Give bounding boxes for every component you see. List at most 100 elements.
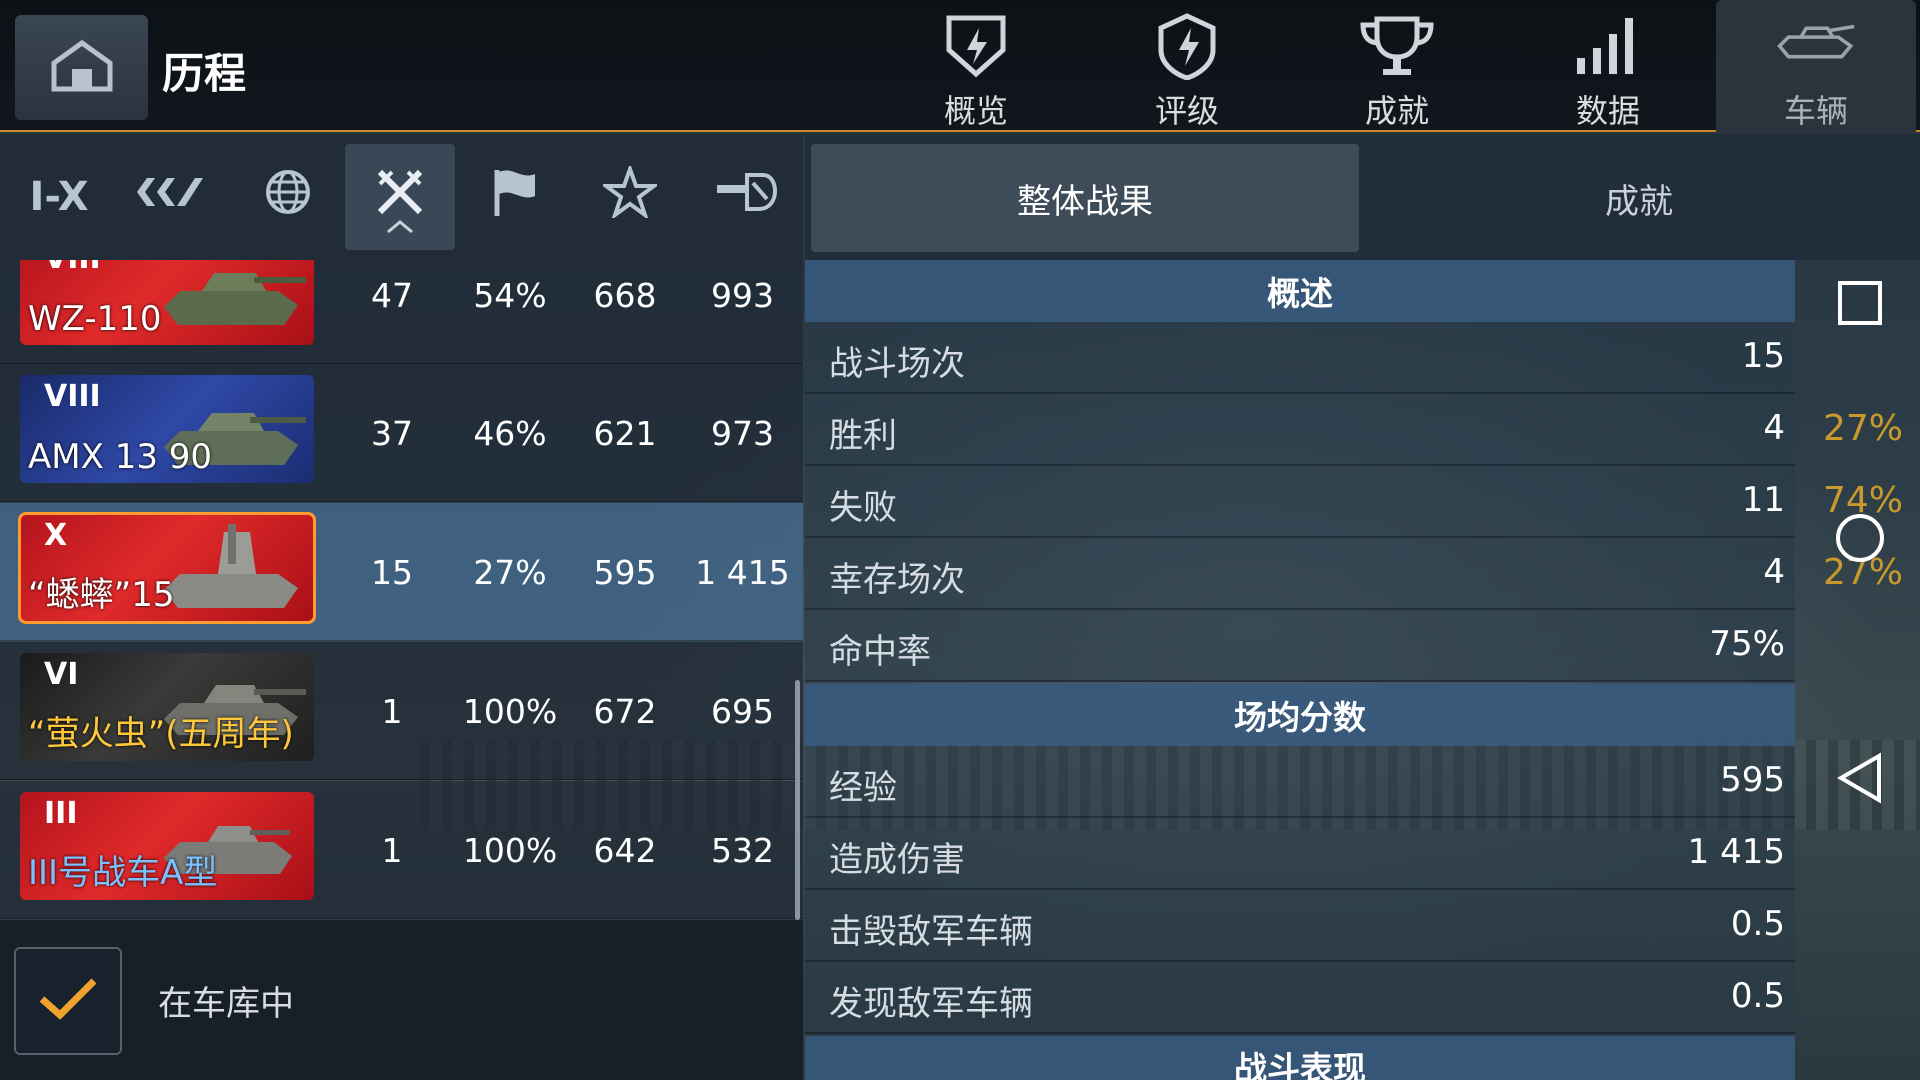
stat-value: 1 415	[1687, 832, 1785, 872]
vehicle-avg-xp: 668	[593, 275, 657, 315]
stat-row-kills: 击毁敌军车辆 0.5	[805, 890, 1795, 962]
vehicle-tier: VIII	[44, 260, 101, 276]
vehicle-list: VIII WZ-110 47 54% 668 993 VIII	[0, 260, 803, 920]
vehicle-battles: 47	[371, 275, 413, 315]
vehicle-card: III III号战车A型	[20, 792, 314, 900]
nav-achievements[interactable]: 成就	[1297, 0, 1497, 132]
vehicle-tier: VI	[44, 657, 79, 692]
stat-value: 11	[1741, 480, 1785, 520]
vehicle-battles: 1	[381, 691, 403, 731]
stat-row-survived: 幸存场次 4	[805, 538, 1795, 610]
stat-label: 战斗场次	[829, 344, 965, 384]
vehicle-avg-damage: 532	[711, 830, 774, 870]
vehicle-row[interactable]: III III号战车A型 1 100% 642 532	[0, 781, 803, 919]
checkmark-icon	[38, 977, 98, 1025]
nav-label: 概览	[943, 92, 1008, 130]
globe-icon	[264, 168, 312, 226]
nav-label: 车辆	[1783, 92, 1848, 130]
garage-filter: 在车库中	[0, 920, 803, 1080]
back-button[interactable]	[1830, 750, 1890, 810]
vehicle-winrate: 27%	[473, 552, 547, 592]
nav-rating[interactable]: 评级	[1087, 0, 1287, 132]
stat-label: 经验	[829, 768, 897, 808]
section-header-overview: 概述	[805, 260, 1795, 322]
circle-icon	[1834, 512, 1886, 568]
stat-row-wins: 胜利 4	[805, 394, 1795, 466]
stat-label: 造成伤害	[829, 840, 965, 880]
star-icon	[599, 162, 661, 228]
section-header-average: 场均分数	[805, 684, 1795, 746]
stat-label: 幸存场次	[829, 560, 965, 600]
nav-vehicles[interactable]: 车辆	[1716, 0, 1916, 132]
stat-row-spotted: 发现敌军车辆 0.5	[805, 962, 1795, 1034]
vehicle-winrate: 100%	[462, 830, 558, 870]
damage-sort-button[interactable]	[690, 144, 800, 250]
nation-filter-button[interactable]	[116, 144, 226, 250]
nav-data[interactable]: 数据	[1508, 0, 1708, 132]
stat-label: 击毁敌军车辆	[829, 912, 1033, 952]
vehicle-avg-damage: 1 415	[695, 552, 790, 592]
nav-label: 评级	[1154, 92, 1219, 130]
region-filter-button[interactable]	[233, 144, 343, 250]
vehicle-avg-damage: 973	[711, 413, 774, 453]
bars-icon	[1568, 12, 1648, 80]
stat-value: 75%	[1709, 624, 1785, 664]
stat-label: 发现敌军车辆	[829, 984, 1033, 1024]
stats-tab-bar: 整体战果 成就	[805, 134, 1920, 260]
stat-label: 失败	[829, 488, 897, 528]
vehicle-row-selected[interactable]: X “蟋蟀”15 15 27% 595 1 415	[0, 503, 803, 641]
stat-label: 命中率	[829, 632, 931, 672]
vehicle-tier: III	[44, 796, 78, 831]
vehicle-card: VI “萤火虫”(五周年)	[20, 653, 314, 761]
vehicle-avg-xp: 621	[593, 413, 657, 453]
stat-row-losses: 失败 11	[805, 466, 1795, 538]
vehicle-card: VIII WZ-110	[20, 260, 314, 345]
xp-sort-button[interactable]	[575, 144, 685, 250]
vehicle-avg-xp: 642	[593, 830, 657, 870]
vehicle-avg-damage: 695	[711, 691, 774, 731]
vehicle-tier: VIII	[44, 379, 101, 414]
home-button[interactable]	[15, 15, 148, 120]
vehicle-name: “蟋蟀”15	[28, 575, 175, 615]
stats-panel: 概述 战斗场次 15 胜利 4 失败 11 幸存场次 4 命中率 75% 场均分…	[805, 260, 1795, 1080]
home-system-button[interactable]	[1830, 510, 1890, 570]
trophy-icon	[1357, 12, 1437, 80]
nav-label: 数据	[1575, 92, 1640, 130]
tab-achievements[interactable]: 成就	[1365, 144, 1913, 252]
square-icon	[1836, 279, 1884, 331]
rating-icon	[1147, 12, 1227, 80]
flag-icon	[491, 166, 539, 228]
winrate-sort-button[interactable]	[460, 144, 570, 250]
vehicle-row[interactable]: VIII AMX 13 90 37 46% 621 973	[0, 364, 803, 502]
vehicle-card: X “蟋蟀”15	[18, 512, 316, 624]
stat-label: 胜利	[829, 416, 897, 456]
chevron-up-icon	[385, 198, 415, 244]
vehicle-list-scrollbar[interactable]	[795, 680, 800, 920]
vehicle-battles: 37	[371, 413, 413, 453]
tier-filter-label: I-X	[29, 174, 89, 220]
vehicle-row[interactable]: VIII WZ-110 47 54% 668 993	[0, 260, 803, 364]
vehicle-avg-xp: 672	[593, 691, 657, 731]
gun-icon	[713, 169, 778, 225]
battles-sort-button[interactable]	[345, 144, 455, 250]
nation-icon	[133, 172, 209, 222]
stat-row-hit-rate: 命中率 75%	[805, 610, 1795, 682]
tab-overall-results[interactable]: 整体战果	[811, 144, 1359, 252]
triangle-back-icon	[1835, 752, 1885, 808]
stat-value: 4	[1763, 408, 1785, 448]
tank-image-icon	[158, 260, 308, 341]
nav-overview[interactable]: 概览	[876, 0, 1076, 132]
vehicle-avg-xp: 595	[593, 552, 657, 592]
shield-icon	[936, 12, 1016, 80]
stat-row-damage: 造成伤害 1 415	[805, 818, 1795, 890]
tier-filter-button[interactable]: I-X	[4, 144, 114, 250]
vehicle-row[interactable]: VI “萤火虫”(五周年) 1 100% 672 695	[0, 642, 803, 780]
home-icon	[50, 37, 114, 99]
stat-value: 4	[1763, 552, 1785, 592]
vehicle-avg-damage: 993	[711, 275, 774, 315]
in-garage-checkbox[interactable]	[14, 947, 122, 1055]
recents-button[interactable]	[1830, 275, 1890, 335]
vehicle-name: WZ-110	[28, 299, 162, 339]
vehicle-name: AMX 13 90	[28, 437, 213, 477]
vehicle-name: “萤火虫”(五周年)	[28, 714, 294, 754]
